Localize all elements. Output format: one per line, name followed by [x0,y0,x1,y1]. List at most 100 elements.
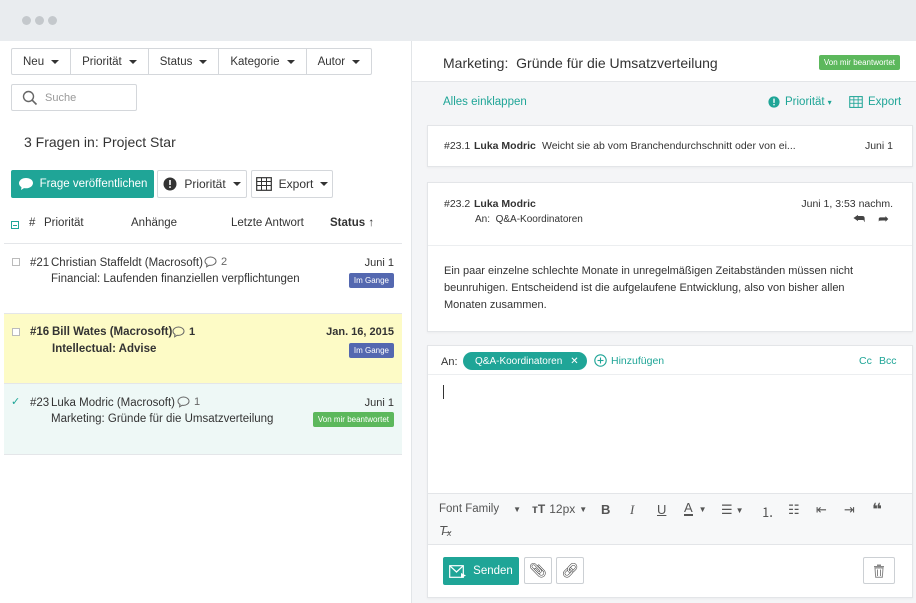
reply-editor: An: Q&A-Koordinatoren ✕ Hinzufügen Cc Bc… [427,345,913,598]
outdent-icon[interactable]: ⇤ [816,502,827,518]
trash-icon [874,564,884,578]
align-select[interactable]: ☰ ▼ [721,502,744,518]
row-comments: 1 [177,396,200,408]
plus-circle-icon [594,354,607,367]
link-button[interactable]: 🔗︎ [556,557,584,584]
message-author: Luka Modric [474,198,536,210]
row-date: Jan. 16, 2015 [326,326,394,338]
bcc-link[interactable]: Bcc [879,355,897,367]
filter-priority[interactable]: Priorität [71,49,149,74]
row-checkbox[interactable] [12,258,20,266]
column-status[interactable]: Status ↑ [330,217,374,229]
chevron-down-icon: ▼ [698,504,707,514]
message-collapsed[interactable]: #23.1 Luka Modric Weicht sie ab vom Bran… [427,125,913,167]
alert-icon [768,96,780,108]
window-maximize-dot[interactable] [48,16,57,25]
ordered-list-icon[interactable]: ⒈ [761,502,774,521]
publish-question-button[interactable]: Frage veröffentlichen [11,170,154,198]
detail-export-link[interactable]: Export [849,96,901,108]
recipient-chip[interactable]: Q&A-Koordinatoren ✕ [463,352,587,370]
message-number: #23.2 [444,198,471,210]
chevron-down-icon: ▼ [579,504,588,514]
message-author: Luka Modric [474,140,536,152]
message-date: Juni 1 [864,140,893,152]
row-number: #16 [30,326,50,338]
message-preview: Weicht sie ab vom Branchendurchschnitt o… [542,140,796,152]
column-attachments[interactable]: Anhänge [131,217,177,229]
status-badge: Im Gange [348,273,394,288]
question-list-panel: Neu Priorität Status Kategorie Autor Suc… [0,41,412,603]
column-number[interactable]: # [29,217,35,229]
delete-button[interactable] [863,557,895,584]
add-recipient-button[interactable]: Hinzufügen [594,354,664,367]
bold-icon[interactable]: B [601,502,610,517]
question-detail-panel: Marketing: Gründe für die Umsatzverteilu… [412,41,916,603]
filter-status[interactable]: Status [149,49,220,74]
row-author: Luka Modric (Macrosoft) [51,397,175,409]
question-row[interactable]: #21 Christian Staffeldt (Macrosoft) 2 Ju… [4,244,402,314]
column-last-answer[interactable]: Letzte Antwort [231,217,304,229]
chevron-down-icon: ▼ [735,505,744,515]
message-divider [428,245,912,246]
font-size-icon: ᴛT [532,502,546,516]
underline-icon[interactable]: U [657,502,666,517]
status-badge: Im Gange [348,343,394,358]
row-checkbox[interactable] [12,328,20,336]
chevron-down-icon [51,59,60,64]
select-all-checkbox[interactable] [11,221,19,229]
send-mail-icon [449,564,467,578]
window-titlebar [0,0,916,41]
row-number: #21 [30,257,50,269]
send-button[interactable]: Senden [443,557,519,585]
bullet-list-icon[interactable]: ☷ [788,502,800,518]
detail-priority-dropdown[interactable]: Priorität ▾ [768,96,832,108]
window-minimize-dot[interactable] [35,16,44,25]
indent-icon[interactable]: ⇥ [844,502,855,518]
chevron-down-icon: ▼ [513,504,521,514]
export-button[interactable]: Export [251,170,333,198]
filter-category[interactable]: Kategorie [219,49,307,74]
row-author: Christian Staffeldt (Macrosoft) [51,257,203,269]
window-close-dot[interactable] [22,16,31,25]
row-title: Intellectual: Advise [52,343,157,355]
collapse-all-link[interactable]: Alles einklappen [443,96,527,108]
table-icon [849,96,863,108]
question-row[interactable]: #16 Bill Wates (Macrosoft) 1 Jan. 16, 20… [4,314,402,384]
reply-all-icon[interactable]: ⮪ [853,211,865,227]
clear-format-icon[interactable]: T̶ₓ [439,523,452,538]
italic-icon[interactable]: I [630,502,634,518]
table-icon [255,177,272,191]
blockquote-icon[interactable]: ❝ [872,500,882,520]
cc-link[interactable]: Cc [859,355,872,367]
reply-body-textarea[interactable] [428,375,912,493]
font-family-select[interactable]: Font Family ▼ [439,503,521,515]
row-date: Juni 1 [364,257,394,269]
priority-button[interactable]: Priorität [157,170,247,198]
chevron-down-icon [199,59,208,64]
row-comments: 2 [204,256,227,268]
comment-icon [177,396,190,408]
detail-status-badge: Von mir beantwortet [818,55,900,70]
paperclip-icon: 📎︎ [529,562,547,578]
search-input[interactable]: Suche [11,84,137,111]
alert-icon [163,177,177,191]
attach-button[interactable]: 📎︎ [524,557,552,584]
detail-title: Marketing: Gründe für die Umsatzverteilu… [443,55,718,71]
message-recipient: An: Q&A-Koordinatoren [475,214,583,225]
message-expanded: #23.2 Luka Modric An: Q&A-Koordinatoren … [427,182,913,332]
font-size-select[interactable]: ᴛT 12px ▼ [532,502,587,516]
text-color-select[interactable]: A ▼ [684,501,707,516]
message-body: Ein paar einzelne schlechte Monate in un… [444,265,854,311]
message-date: Juni 1, 3:53 nachm. [801,198,893,210]
remove-recipient-icon[interactable]: ✕ [570,356,578,367]
chevron-down-icon: ▾ [827,97,832,107]
question-row[interactable]: ✓ #23 Luka Modric (Macrosoft) 1 Juni 1 M… [4,384,402,455]
format-toolbar: Font Family ▼ ᴛT 12px ▼ B I U A ▼ ☰ ▼ ⒈ ☷ ⇤ ⇥… [428,493,912,545]
filter-bar: Neu Priorität Status Kategorie Autor [11,48,373,75]
row-checkmark-icon[interactable]: ✓ [11,395,20,408]
filter-author[interactable]: Autor [307,49,372,74]
column-priority[interactable]: Priorität [44,217,84,229]
forward-icon[interactable]: ➦ [878,211,889,227]
filter-neu[interactable]: Neu [12,49,72,74]
row-author: Bill Wates (Macrosoft) [52,326,173,338]
